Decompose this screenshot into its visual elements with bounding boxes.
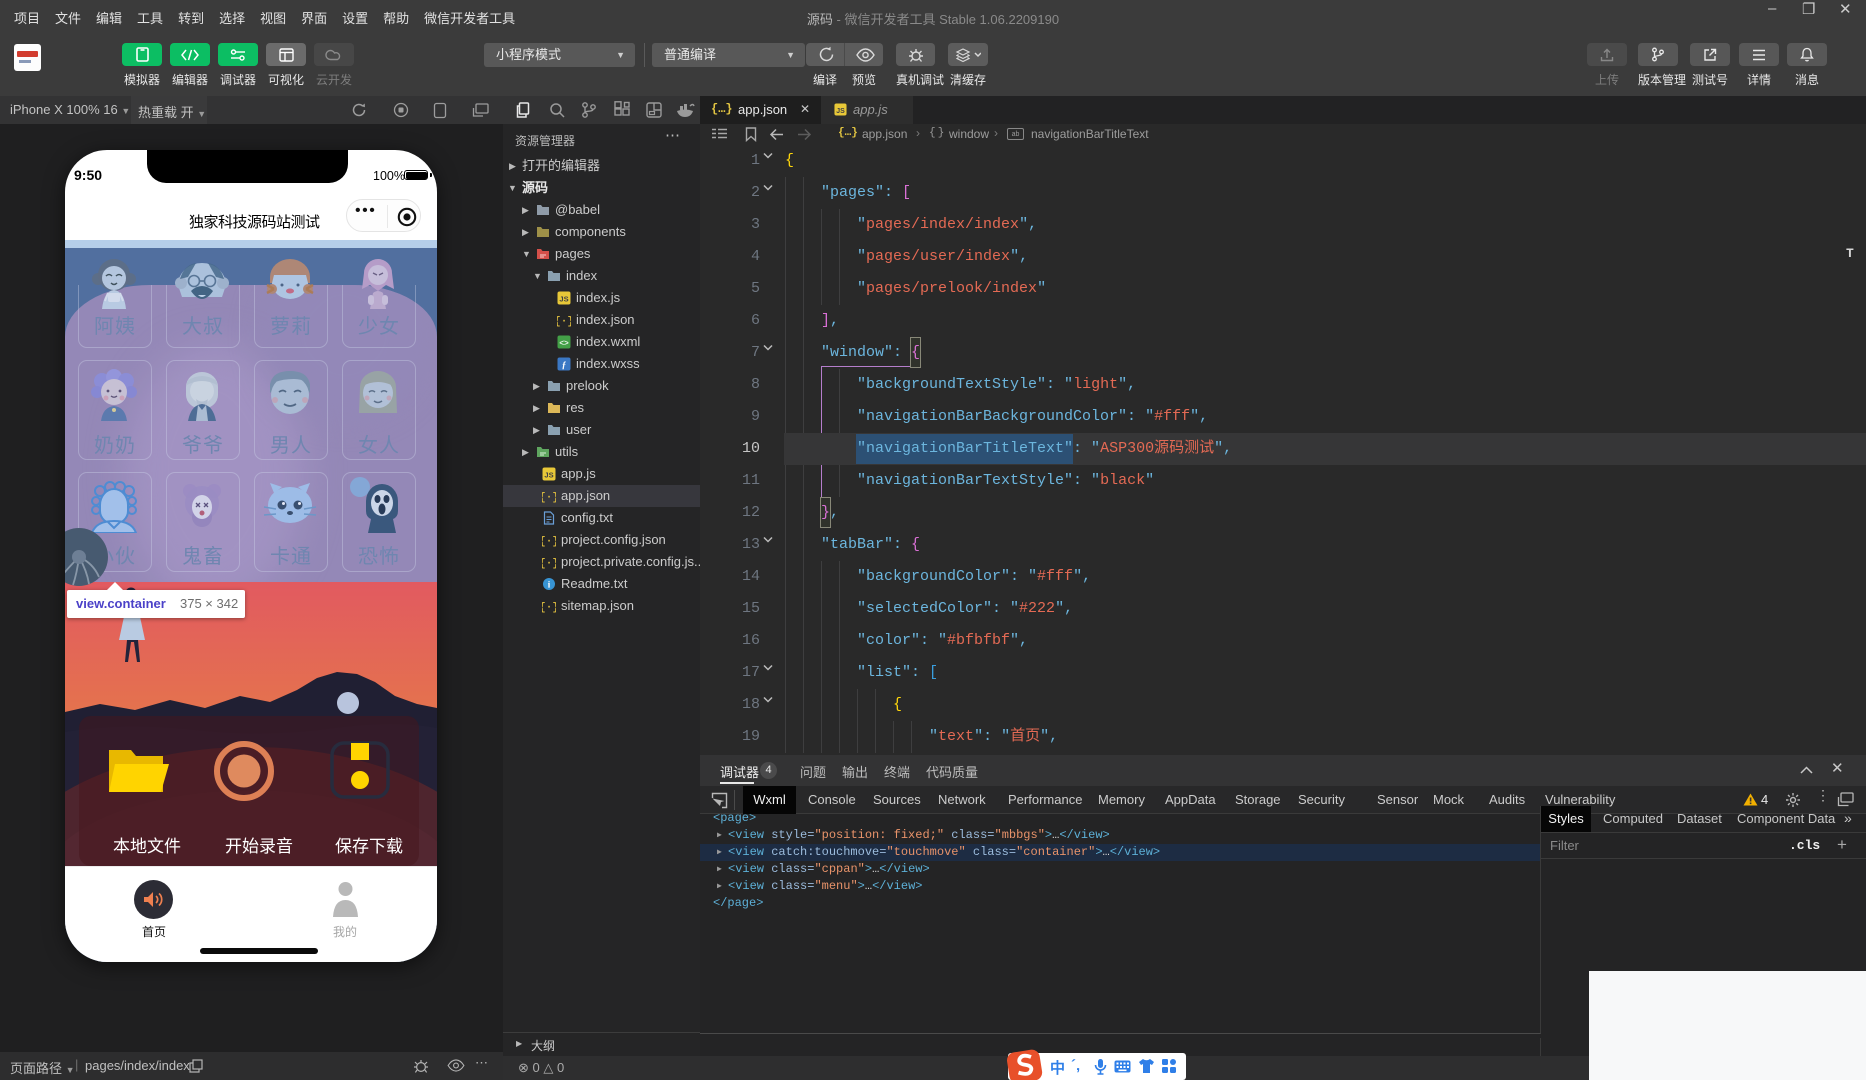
svg-text:{·}: {·}: [542, 602, 556, 613]
svg-text:<>: <>: [559, 339, 569, 348]
svg-text:ƒ: ƒ: [562, 360, 567, 370]
svg-text:JS: JS: [836, 108, 845, 115]
svg-text:{·}: {·}: [542, 492, 556, 503]
svg-text:{·}: {·}: [542, 536, 556, 547]
svg-text:JS: JS: [559, 295, 568, 304]
svg-text:{·}: {·}: [542, 558, 556, 569]
svg-text:{·}: {·}: [557, 316, 571, 327]
svg-text:JS: JS: [544, 471, 553, 480]
